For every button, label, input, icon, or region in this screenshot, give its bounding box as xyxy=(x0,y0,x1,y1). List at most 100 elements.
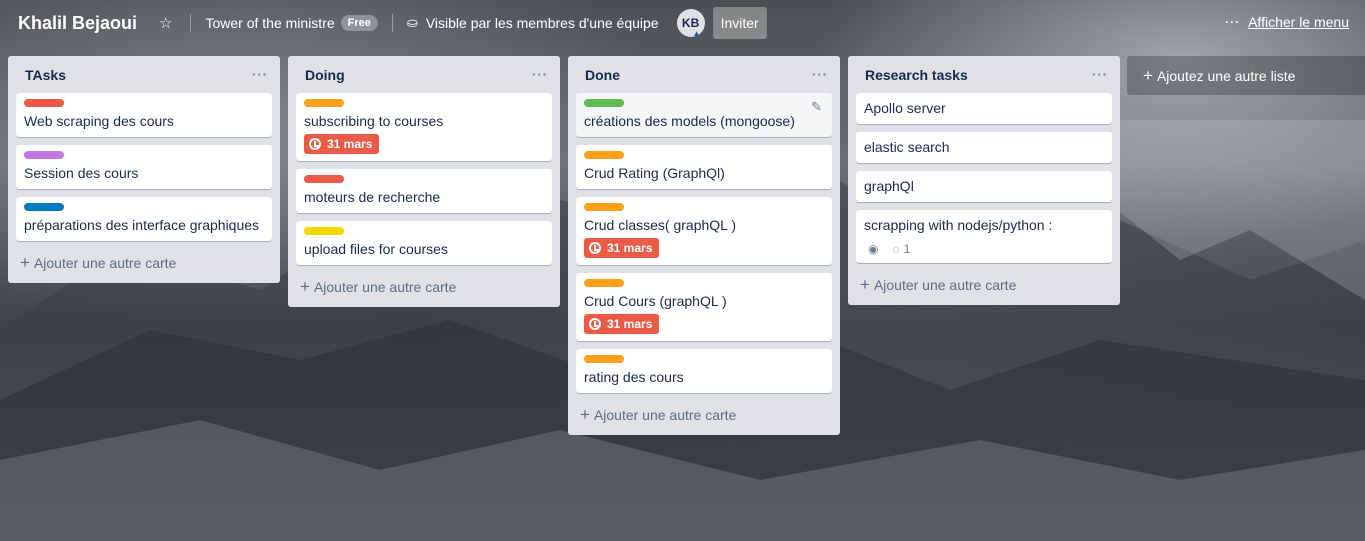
card[interactable]: Apollo server xyxy=(856,93,1112,124)
list-research-tasks: Research tasks ··· Apollo server elastic… xyxy=(848,56,1120,305)
card-title: scrapping with nodejs/python : xyxy=(864,217,1053,233)
card-title: Apollo server xyxy=(864,100,946,116)
card[interactable]: upload files for courses xyxy=(296,221,552,265)
team-visibility-icon: ⛀ xyxy=(406,15,418,30)
list-title[interactable]: TAsks xyxy=(25,67,66,83)
card-label xyxy=(584,355,624,363)
card[interactable]: Crud Cours (graphQL ) 31 mars xyxy=(576,273,832,341)
list-menu-icon[interactable]: ··· xyxy=(812,67,828,82)
show-menu-label: Afficher le menu xyxy=(1248,14,1349,30)
add-card-label: Ajouter une autre carte xyxy=(873,277,1017,293)
list-header[interactable]: TAsks ··· xyxy=(16,56,272,93)
card-title: moteurs de recherche xyxy=(304,189,441,205)
list-header[interactable]: Done ··· xyxy=(576,56,832,93)
card[interactable]: Crud classes( graphQL ) 31 mars xyxy=(576,197,832,265)
list-menu-icon[interactable]: ··· xyxy=(1092,67,1108,82)
due-date-badge[interactable]: 31 mars xyxy=(304,134,380,154)
invite-button[interactable]: Inviter xyxy=(712,7,767,39)
list-title[interactable]: Doing xyxy=(305,67,345,83)
add-list-button[interactable]: + Ajoutez une autre liste xyxy=(1127,56,1365,95)
add-card-label: Ajouter une autre carte xyxy=(593,407,737,423)
card[interactable]: scrapping with nodejs/python : ◉ ◌ 1 xyxy=(856,210,1112,263)
plan-badge: Free xyxy=(340,15,378,31)
card-title: upload files for courses xyxy=(304,241,448,257)
card-title: préparations des interface graphiques xyxy=(24,217,260,233)
plus-icon: + xyxy=(860,275,870,294)
card-label xyxy=(304,99,344,107)
card-title: graphQl xyxy=(864,178,914,194)
card-title: Session des cours xyxy=(24,165,139,181)
card[interactable]: Session des cours xyxy=(16,145,272,189)
list-title[interactable]: Research tasks xyxy=(865,67,968,83)
add-card-label: Ajouter une autre carte xyxy=(313,279,457,295)
card-label xyxy=(584,99,624,107)
add-card-button[interactable]: + Ajouter une autre carte xyxy=(296,273,552,301)
clock-icon xyxy=(309,138,321,150)
comment-count: 1 xyxy=(903,242,911,256)
card[interactable]: moteurs de recherche xyxy=(296,169,552,213)
card-title: Web scraping des cours xyxy=(24,113,174,129)
plus-icon: + xyxy=(300,277,310,296)
show-menu-button[interactable]: ··· Afficher le menu xyxy=(1225,14,1349,30)
card-title: Crud Cours (graphQL ) xyxy=(584,293,727,309)
card[interactable]: Crud Rating (GraphQl) xyxy=(576,145,832,189)
plus-icon: + xyxy=(20,253,30,272)
add-card-label: Ajouter une autre carte xyxy=(33,255,177,271)
list-menu-icon[interactable]: ··· xyxy=(252,67,268,82)
board-header: Khalil Bejaoui ☆ Tower of the ministre F… xyxy=(0,0,1365,46)
card-badges: ◉ ◌ 1 xyxy=(864,242,1104,256)
admin-chevron-icon: ▲ xyxy=(692,29,701,38)
card[interactable]: préparations des interface graphiques xyxy=(16,197,272,241)
due-date-badge[interactable]: 31 mars xyxy=(584,314,660,334)
due-date-text: 31 mars xyxy=(327,137,373,151)
card-label xyxy=(304,227,344,235)
card-label xyxy=(584,151,624,159)
list-doing: Doing ··· subscribing to courses 31 mars… xyxy=(288,56,560,307)
team-name[interactable]: Tower of the ministre xyxy=(205,7,334,39)
add-card-button[interactable]: + Ajouter une autre carte xyxy=(856,271,1112,299)
add-list-label: Ajoutez une autre liste xyxy=(1156,67,1296,84)
comment-icon: ◌ xyxy=(892,242,900,256)
card-title: Crud Rating (GraphQl) xyxy=(584,165,725,181)
card-label xyxy=(584,203,624,211)
star-icon[interactable]: ☆ xyxy=(159,7,172,39)
card-title: créations des models (mongoose) xyxy=(584,113,795,129)
plus-icon: + xyxy=(1143,65,1153,85)
list-header[interactable]: Research tasks ··· xyxy=(856,56,1112,93)
card[interactable]: Web scraping des cours xyxy=(16,93,272,137)
due-date-badge[interactable]: 31 mars xyxy=(584,238,660,258)
add-card-button[interactable]: + Ajouter une autre carte xyxy=(576,401,832,429)
header-divider xyxy=(391,14,393,32)
add-card-button[interactable]: + Ajouter une autre carte xyxy=(16,249,272,277)
list-menu-icon[interactable]: ··· xyxy=(532,67,548,82)
due-date-text: 31 mars xyxy=(607,241,653,255)
list-header[interactable]: Doing ··· xyxy=(296,56,552,93)
card-title: rating des cours xyxy=(584,369,684,385)
card[interactable]: graphQl xyxy=(856,171,1112,202)
card-title: subscribing to courses xyxy=(304,113,444,129)
more-dots-icon: ··· xyxy=(1225,15,1241,29)
card-title: elastic search xyxy=(864,139,950,155)
card-title: Crud classes( graphQL ) xyxy=(584,217,736,233)
list-done: Done ··· créations des models (mongoose)… xyxy=(568,56,840,435)
card-label xyxy=(24,151,64,159)
card[interactable]: elastic search xyxy=(856,132,1112,163)
clock-icon xyxy=(589,318,601,330)
header-divider xyxy=(190,14,192,32)
avatar[interactable]: KB ▲ xyxy=(676,9,705,38)
edit-pencil-icon[interactable]: ✎ xyxy=(811,99,822,115)
list-title[interactable]: Done xyxy=(585,67,620,83)
card-label xyxy=(584,279,624,287)
card[interactable]: subscribing to courses 31 mars xyxy=(296,93,552,161)
card[interactable]: rating des cours xyxy=(576,349,832,393)
visibility-button[interactable]: Visible par les membres d'une équipe xyxy=(426,7,659,39)
card-label xyxy=(24,99,64,107)
list-tasks: TAsks ··· Web scraping des cours Session… xyxy=(8,56,280,283)
card[interactable]: créations des models (mongoose) ✎ xyxy=(576,93,832,137)
plus-icon: + xyxy=(580,405,590,424)
card-label xyxy=(24,203,64,211)
board-title[interactable]: Khalil Bejaoui xyxy=(18,13,137,34)
card-label xyxy=(304,175,344,183)
eye-icon: ◉ xyxy=(868,242,879,256)
due-date-text: 31 mars xyxy=(607,317,653,331)
